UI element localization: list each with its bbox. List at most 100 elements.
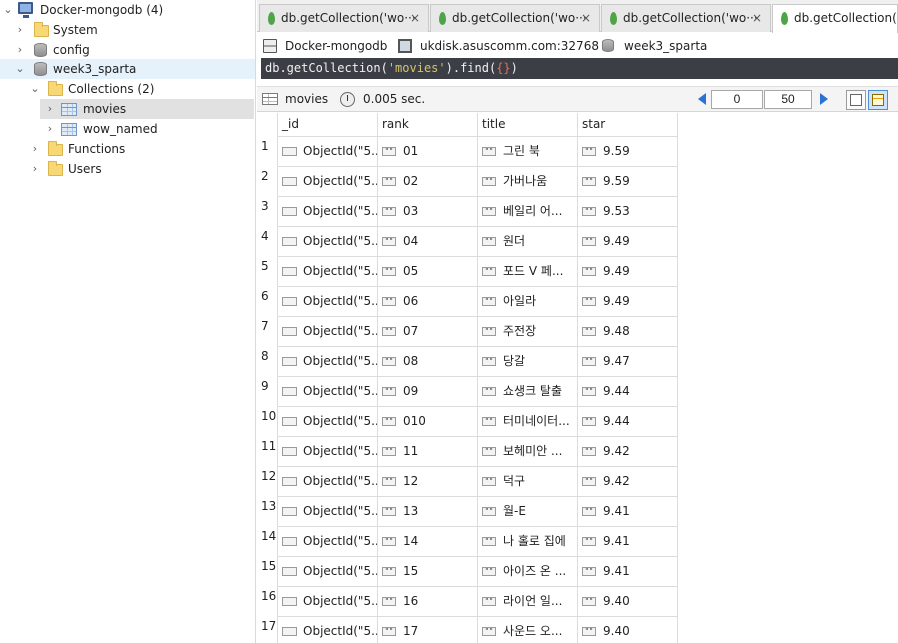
table-row[interactable]: 5 ObjectId("5... "" 05 "" 포드 V 페... "" 9.49 <box>257 256 678 286</box>
table-row[interactable]: 3 ObjectId("5... "" 03 "" 베일리 어... "" 9.53 <box>257 196 678 226</box>
chevron-right-icon[interactable]: › <box>14 20 26 40</box>
chevron-down-icon[interactable]: ⌄ <box>14 59 26 79</box>
cell-rank[interactable]: "" 16 <box>378 589 477 613</box>
close-icon[interactable]: × <box>581 5 591 31</box>
cell-id[interactable]: ObjectId("5... <box>278 559 377 583</box>
tree-item-movies[interactable]: › movies <box>40 99 254 119</box>
cell-rank[interactable]: "" 17 <box>378 619 477 643</box>
table-row[interactable]: 10 ObjectId("5... "" 010 "" 터미네이터... "" 9.44 <box>257 406 678 436</box>
cell-star[interactable]: "" 9.41 <box>578 499 677 523</box>
cell-rank[interactable]: "" 05 <box>378 259 477 283</box>
close-icon[interactable]: × <box>410 5 420 31</box>
table-row[interactable]: 16 ObjectId("5... "" 16 "" 라이언 일... "" 9.40 <box>257 586 678 616</box>
cell-title[interactable]: "" 덕구 <box>478 469 577 493</box>
cell-star[interactable]: "" 9.40 <box>578 589 677 613</box>
cell-star[interactable]: "" 9.40 <box>578 619 677 643</box>
cell-rank[interactable]: "" 13 <box>378 499 477 523</box>
cell-rank[interactable]: "" 06 <box>378 289 477 313</box>
cell-star[interactable]: "" 9.48 <box>578 319 677 343</box>
tab-query-3[interactable]: db.getCollection('wo··· × <box>601 4 771 32</box>
cell-title[interactable]: "" 아일라 <box>478 289 577 313</box>
cell-rank[interactable]: "" 010 <box>378 409 477 433</box>
cell-id[interactable]: ObjectId("5... <box>278 319 377 343</box>
cell-rank[interactable]: "" 15 <box>378 559 477 583</box>
cell-star[interactable]: "" 9.42 <box>578 469 677 493</box>
cell-id[interactable]: ObjectId("5... <box>278 499 377 523</box>
cell-star[interactable]: "" 9.49 <box>578 289 677 313</box>
cell-title[interactable]: "" 나 홀로 집에 <box>478 529 577 553</box>
cell-rank[interactable]: "" 14 <box>378 529 477 553</box>
table-row[interactable]: 12 ObjectId("5... "" 12 "" 덕구 "" 9.42 <box>257 466 678 496</box>
table-row[interactable]: 1 ObjectId("5... "" 01 "" 그린 북 "" 9.59 <box>257 136 678 166</box>
cell-title[interactable]: "" 그린 북 <box>478 139 577 163</box>
cell-star[interactable]: "" 9.49 <box>578 229 677 253</box>
previous-page-icon[interactable] <box>698 93 706 105</box>
cell-title[interactable]: "" 터미네이터... <box>478 409 577 433</box>
cell-star[interactable]: "" 9.44 <box>578 379 677 403</box>
cell-star[interactable]: "" 9.53 <box>578 199 677 223</box>
cell-id[interactable]: ObjectId("5... <box>278 139 377 163</box>
cell-star[interactable]: "" 9.49 <box>578 259 677 283</box>
tree-item-collections[interactable]: ⌄ Collections (2) <box>0 79 255 99</box>
tree-connection[interactable]: ⌄ Docker-mongodb (4) <box>0 0 255 20</box>
table-row[interactable]: 17 ObjectId("5... "" 17 "" 사운드 오... "" 9.40 <box>257 616 678 643</box>
cell-id[interactable]: ObjectId("5... <box>278 589 377 613</box>
cell-id[interactable]: ObjectId("5... <box>278 169 377 193</box>
cell-id[interactable]: ObjectId("5... <box>278 379 377 403</box>
cell-rank[interactable]: "" 11 <box>378 439 477 463</box>
cell-star[interactable]: "" 9.47 <box>578 349 677 373</box>
cell-id[interactable]: ObjectId("5... <box>278 469 377 493</box>
table-row[interactable]: 11 ObjectId("5... "" 11 "" 보헤미안 ... "" 9.42 <box>257 436 678 466</box>
cell-id[interactable]: ObjectId("5... <box>278 619 377 643</box>
tree-item-users[interactable]: › Users <box>0 159 255 179</box>
cell-id[interactable]: ObjectId("5... <box>278 229 377 253</box>
chevron-right-icon[interactable]: › <box>29 139 41 159</box>
table-row[interactable]: 9 ObjectId("5... "" 09 "" 쇼생크 탈출 "" 9.44 <box>257 376 678 406</box>
chevron-down-icon[interactable]: ⌄ <box>2 0 14 20</box>
cell-title[interactable]: "" 베일리 어... <box>478 199 577 223</box>
cell-title[interactable]: "" 포드 V 페... <box>478 259 577 283</box>
cell-rank[interactable]: "" 02 <box>378 169 477 193</box>
cell-rank[interactable]: "" 08 <box>378 349 477 373</box>
cell-star[interactable]: "" 9.41 <box>578 529 677 553</box>
tree-item-wow-named[interactable]: › wow_named <box>40 119 254 139</box>
table-row[interactable]: 15 ObjectId("5... "" 15 "" 아이즈 온 ... "" 9.41 <box>257 556 678 586</box>
tree-item-config[interactable]: › config <box>0 40 255 60</box>
tab-query-active[interactable]: db.getCollection('m <box>772 4 898 33</box>
table-row[interactable]: 2 ObjectId("5... "" 02 "" 가버나움 "" 9.59 <box>257 166 678 196</box>
table-view-button[interactable] <box>868 90 888 110</box>
table-row[interactable]: 4 ObjectId("5... "" 04 "" 원더 "" 9.49 <box>257 226 678 256</box>
table-row[interactable]: 14 ObjectId("5... "" 14 "" 나 홀로 집에 "" 9.41 <box>257 526 678 556</box>
cell-title[interactable]: "" 보헤미안 ... <box>478 439 577 463</box>
cell-id[interactable]: ObjectId("5... <box>278 199 377 223</box>
cell-rank[interactable]: "" 03 <box>378 199 477 223</box>
tab-query-1[interactable]: db.getCollection('wo··· × <box>259 4 429 32</box>
table-row[interactable]: 6 ObjectId("5... "" 06 "" 아일라 "" 9.49 <box>257 286 678 316</box>
cell-title[interactable]: "" 원더 <box>478 229 577 253</box>
chevron-right-icon[interactable]: › <box>29 159 41 179</box>
tab-query-2[interactable]: db.getCollection('wo··· × <box>430 4 600 32</box>
column-header-star[interactable]: star <box>578 113 678 136</box>
cell-id[interactable]: ObjectId("5... <box>278 439 377 463</box>
chevron-right-icon[interactable]: › <box>14 40 26 60</box>
cell-star[interactable]: "" 9.44 <box>578 409 677 433</box>
cell-id[interactable]: ObjectId("5... <box>278 349 377 373</box>
cell-rank[interactable]: "" 12 <box>378 469 477 493</box>
cell-title[interactable]: "" 아이즈 온 ... <box>478 559 577 583</box>
chevron-down-icon[interactable]: ⌄ <box>29 79 41 99</box>
close-icon[interactable]: × <box>752 5 762 31</box>
cell-id[interactable]: ObjectId("5... <box>278 289 377 313</box>
table-row[interactable]: 13 ObjectId("5... "" 13 "" 월-E "" 9.41 <box>257 496 678 526</box>
next-page-icon[interactable] <box>820 93 828 105</box>
tree-item-functions[interactable]: › Functions <box>0 139 255 159</box>
cell-id[interactable]: ObjectId("5... <box>278 529 377 553</box>
cell-title[interactable]: "" 월-E <box>478 499 577 523</box>
table-row[interactable]: 7 ObjectId("5... "" 07 "" 주전장 "" 9.48 <box>257 316 678 346</box>
table-row[interactable]: 8 ObjectId("5... "" 08 "" 당갈 "" 9.47 <box>257 346 678 376</box>
cell-title[interactable]: "" 라이언 일... <box>478 589 577 613</box>
chevron-right-icon[interactable]: › <box>44 119 56 139</box>
cell-rank[interactable]: "" 04 <box>378 229 477 253</box>
page-start-input[interactable]: 0 <box>711 90 763 109</box>
cell-rank[interactable]: "" 01 <box>378 139 477 163</box>
cell-rank[interactable]: "" 09 <box>378 379 477 403</box>
